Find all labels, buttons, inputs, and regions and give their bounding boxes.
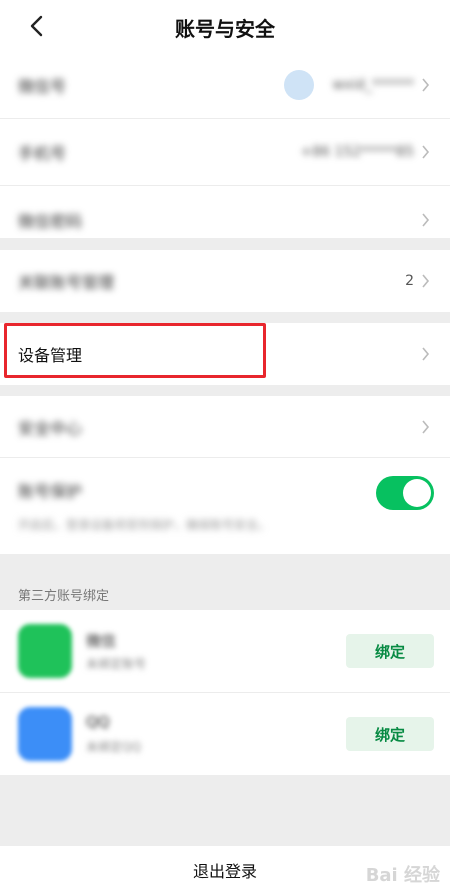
chevron-right-icon — [422, 274, 430, 288]
chevron-right-icon — [422, 145, 430, 159]
wechat-id-row[interactable]: 微信号 wxid_****** — [0, 52, 450, 119]
phone-value: +86 152*****85 — [300, 144, 414, 160]
chevron-right-icon — [422, 347, 430, 361]
password-row[interactable]: 微信密码 — [0, 186, 450, 253]
password-label: 微信密码 — [18, 211, 83, 231]
chevron-right-icon — [422, 212, 430, 227]
third-party-name: 微信 — [86, 632, 117, 650]
qq-icon — [18, 707, 72, 761]
third-party-section-title: 第三方账号绑定 — [18, 589, 110, 604]
third-party-row: 微信 未绑定账号 绑定 — [0, 610, 450, 693]
third-party-row: QQ 未绑定QQ 绑定 — [0, 693, 450, 775]
account-protect-desc: 开启后，登录设备将受到保护，确保账号安全。 — [18, 518, 271, 532]
linked-accounts-label: 关联账号管理 — [18, 273, 115, 292]
bind-qq-button[interactable]: 绑定 — [346, 717, 434, 751]
phone-label: 手机号 — [18, 144, 67, 163]
watermark: Bai 经验 — [365, 865, 440, 886]
top-bar: 账号与安全 — [0, 0, 450, 52]
bind-wechat-button[interactable]: 绑定 — [346, 634, 434, 668]
toggle-knob — [403, 479, 431, 507]
wechat-icon — [18, 624, 72, 678]
account-protect-label: 账号保护 — [18, 482, 83, 501]
security-center-row[interactable]: 安全中心 — [0, 396, 450, 458]
wechat-id-label: 微信号 — [18, 77, 67, 96]
account-protect-toggle[interactable] — [376, 476, 434, 510]
linked-accounts-row[interactable]: 关联账号管理 2 — [0, 250, 450, 312]
page-title: 账号与安全 — [175, 17, 275, 41]
account-info-group: 微信号 wxid_****** 手机号 +86 152*****85 微信密码 — [0, 52, 450, 238]
security-center-label: 安全中心 — [18, 418, 83, 438]
avatar — [284, 70, 314, 100]
wechat-id-value: wxid_****** — [332, 77, 414, 93]
linked-accounts-group: 关联账号管理 2 — [0, 250, 450, 312]
highlight-box — [4, 323, 266, 378]
security-group: 安全中心 账号保护 开启后，登录设备将受到保护，确保账号安全。 — [0, 396, 450, 554]
linked-count: 2 — [405, 273, 414, 289]
phone-row[interactable]: 手机号 +86 152*****85 — [0, 119, 450, 186]
third-party-sub: 未绑定账号 — [86, 657, 147, 671]
chevron-right-icon — [422, 419, 430, 434]
chevron-right-icon — [422, 78, 430, 92]
third-party-name: QQ — [86, 713, 110, 731]
third-party-sub: 未绑定QQ — [86, 740, 141, 754]
